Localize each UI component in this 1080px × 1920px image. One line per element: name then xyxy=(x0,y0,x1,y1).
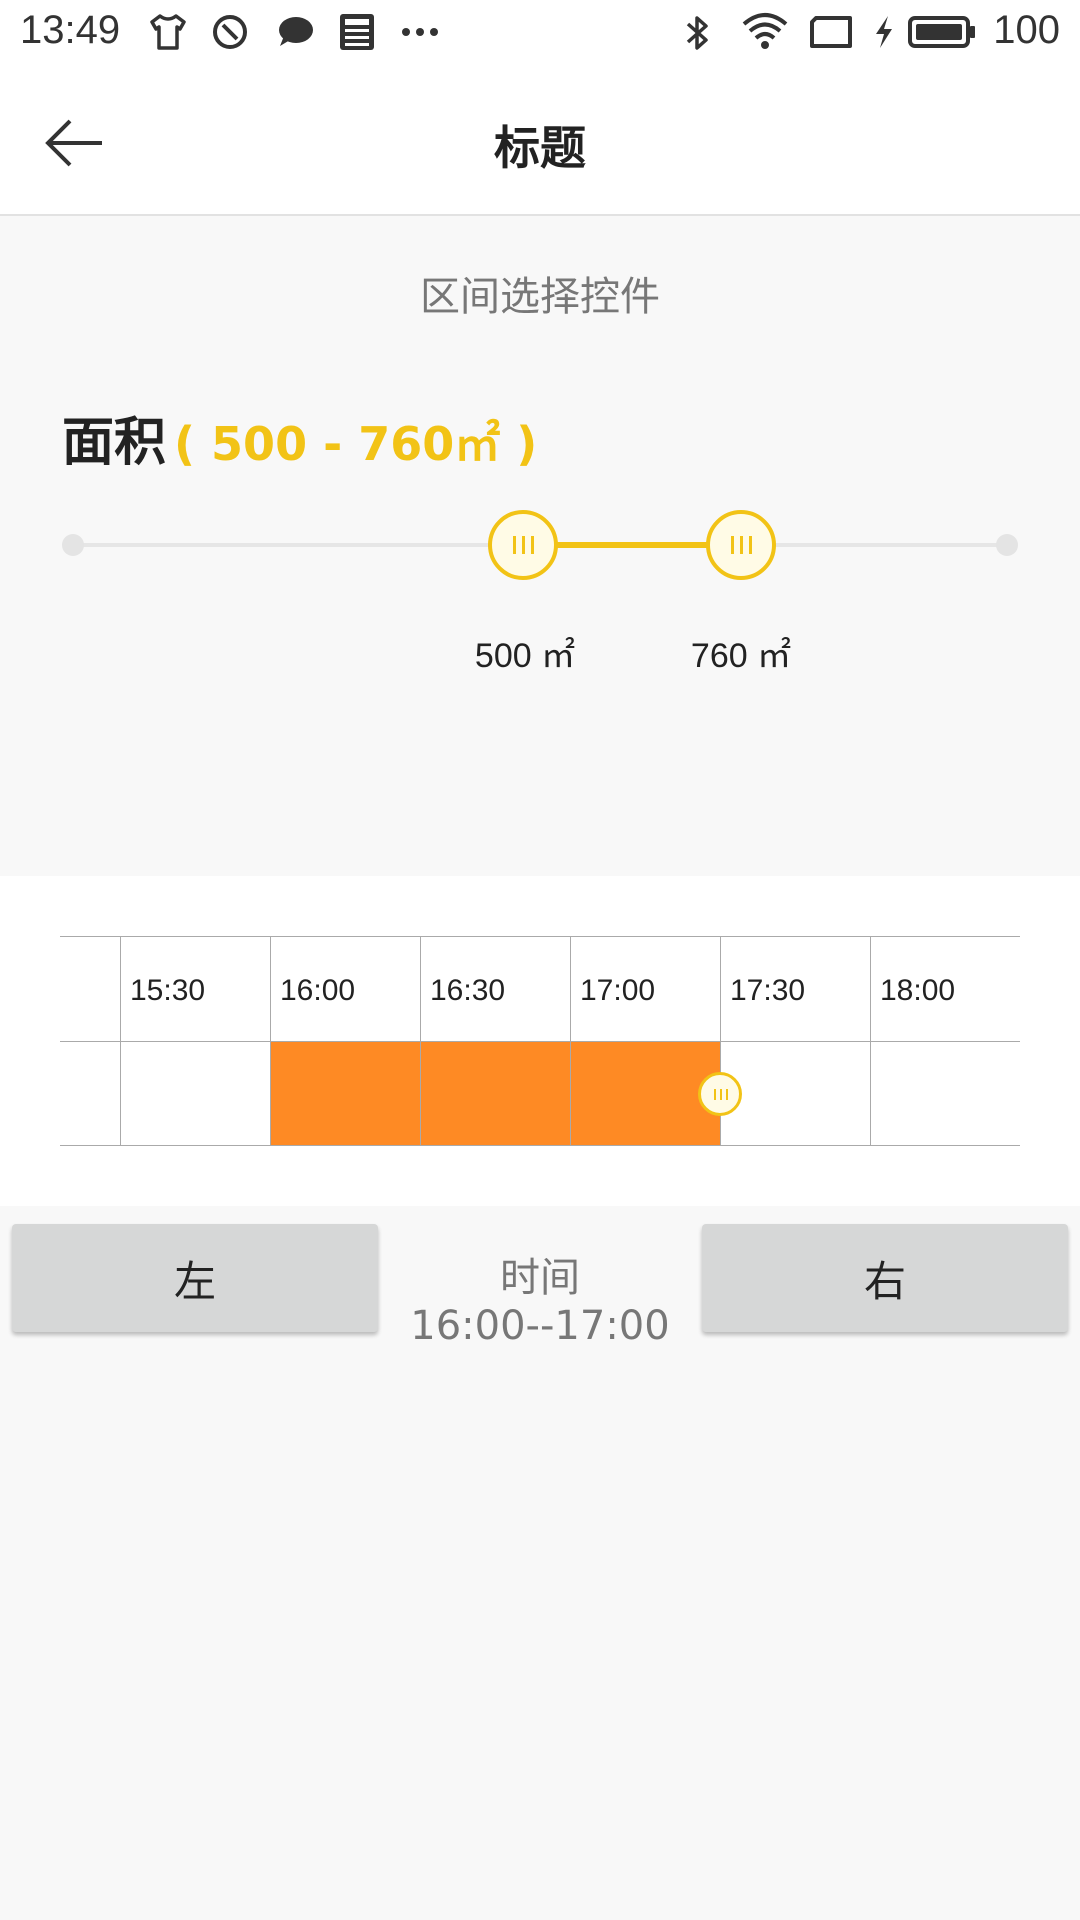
slider-max-thumb[interactable] xyxy=(706,510,776,580)
time-slot-label: 16:30 xyxy=(430,974,506,1007)
tshirt-icon xyxy=(150,14,186,50)
grip-line xyxy=(513,536,516,554)
min-value-label: 500 ㎡ xyxy=(474,637,576,675)
time-caption-title: 时间 xyxy=(500,1255,580,1301)
battery-icon xyxy=(908,16,975,48)
section-subtitle: 区间选择控件 xyxy=(420,274,660,320)
grip-line xyxy=(720,1089,722,1100)
slider-start-dot xyxy=(62,534,84,556)
time-slot-label: 18:00 xyxy=(880,974,956,1007)
time-caption: 时间 16:00--17:00 xyxy=(380,1254,700,1350)
column-divider xyxy=(570,936,571,1146)
grip-line xyxy=(731,536,734,554)
table-border xyxy=(60,936,1020,937)
time-table[interactable]: 15:30 16:00 16:30 17:00 17:30 18:00 xyxy=(60,936,1020,1146)
more-dots-icon xyxy=(402,28,438,36)
column-divider xyxy=(270,936,271,1146)
time-section: 15:30 16:00 16:30 17:00 17:30 18:00 xyxy=(0,876,1080,1206)
news-icon xyxy=(340,14,374,50)
grip-line xyxy=(531,536,534,554)
column-divider xyxy=(870,936,871,1146)
right-button[interactable]: 右 xyxy=(702,1224,1068,1332)
time-selection-bar[interactable] xyxy=(270,1042,720,1145)
area-header: 面积 ( 500 - 760㎡ ) xyxy=(62,400,537,475)
time-slot-label: 17:00 xyxy=(580,974,656,1007)
wifi-icon xyxy=(742,13,788,49)
status-bar: 13:49 100 xyxy=(0,0,1080,68)
page-title: 标题 xyxy=(494,121,586,175)
time-selection-handle[interactable] xyxy=(698,1072,742,1116)
area-label: 面积 xyxy=(62,413,167,473)
time-slot-label: 15:30 xyxy=(130,974,206,1007)
left-button[interactable]: 左 xyxy=(12,1224,378,1332)
time-slot-label: 16:00 xyxy=(280,974,356,1007)
app-bar: 标题 xyxy=(0,68,1080,216)
blocked-icon xyxy=(213,15,247,49)
table-border xyxy=(60,1145,1020,1146)
grip-line xyxy=(749,536,752,554)
slider-min-thumb[interactable] xyxy=(488,510,558,580)
area-range-text: ( 500 - 760㎡ ) xyxy=(174,417,538,471)
grip-line xyxy=(726,1089,728,1100)
grip-line xyxy=(522,536,525,554)
screen-icon xyxy=(810,16,852,48)
charging-icon xyxy=(876,16,892,48)
time-caption-range: 16:00--17:00 xyxy=(410,1303,670,1349)
grip-line xyxy=(740,536,743,554)
column-divider xyxy=(120,936,121,1146)
slider-end-dot xyxy=(996,534,1018,556)
time-slot-label: 17:30 xyxy=(730,974,806,1007)
battery-level: 100 xyxy=(993,8,1060,52)
max-value-label: 760 ㎡ xyxy=(690,637,792,675)
grip-line xyxy=(714,1089,716,1100)
status-time: 13:49 xyxy=(20,8,121,52)
column-divider xyxy=(420,936,421,1146)
chat-bubble-icon xyxy=(279,17,313,46)
table-divider xyxy=(60,1041,1020,1042)
bluetooth-icon xyxy=(686,16,708,50)
